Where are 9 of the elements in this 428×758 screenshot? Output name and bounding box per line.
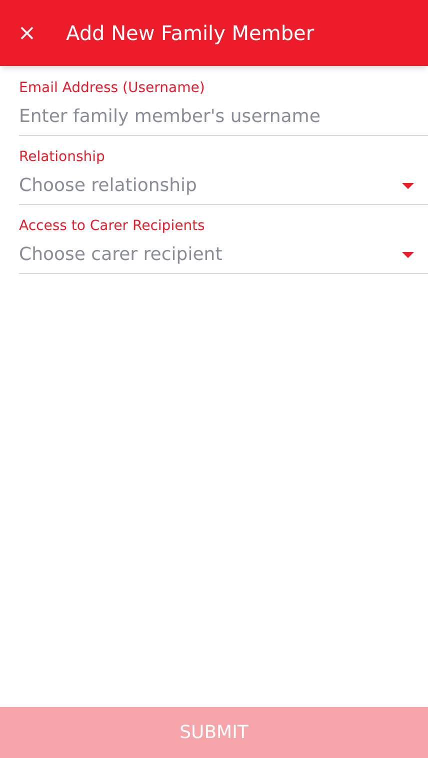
field-label: Email Address (Username) (19, 79, 205, 98)
dropdown-field[interactable]: Choose carer recipient (19, 236, 428, 274)
dropdown-field[interactable]: Choose relationship (19, 167, 428, 205)
dropdown-caret-icon (402, 252, 414, 258)
field-label: Relationship (19, 148, 105, 167)
close-button[interactable]: × (0, 0, 54, 66)
dropdown-caret-icon (402, 182, 414, 188)
app-bar-title: Add New Family Member (66, 20, 314, 47)
field-label: Access to Carer Recipients (19, 217, 205, 236)
